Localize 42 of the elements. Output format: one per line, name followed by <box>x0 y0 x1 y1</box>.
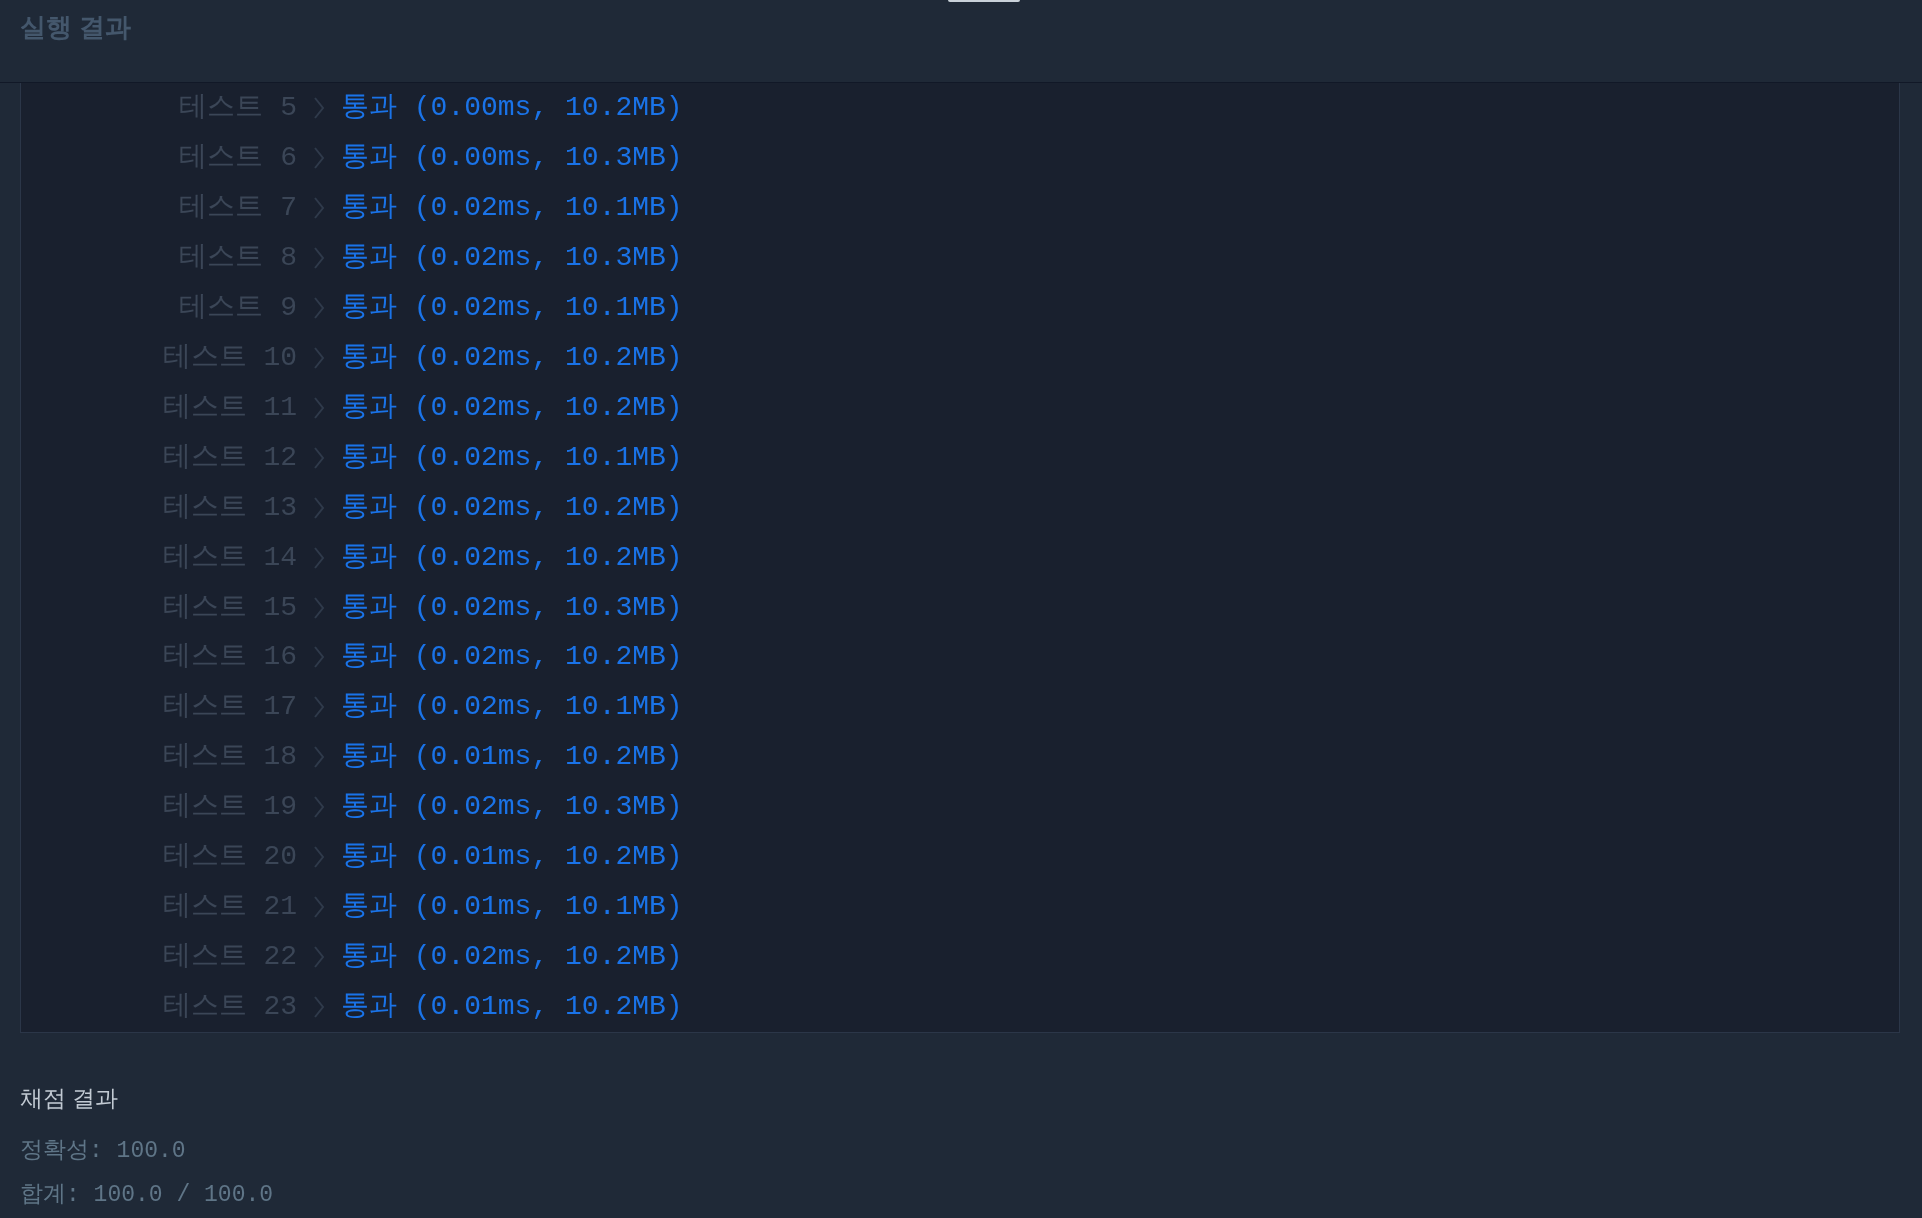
chevron-icon <box>313 595 325 620</box>
test-result: 통과 (0.02ms, 10.2MB) <box>341 940 683 975</box>
chevron-icon <box>313 745 325 770</box>
test-result: 통과 (0.00ms, 10.3MB) <box>341 140 683 175</box>
chevron-icon <box>313 395 325 420</box>
chevron-icon <box>313 495 325 520</box>
test-result: 통과 (0.01ms, 10.1MB) <box>341 890 683 925</box>
grading-title: 채점 결과 <box>20 1084 120 1113</box>
grading-line: 합계: 100.0 / 100.0 <box>20 1180 275 1210</box>
test-result: 통과 (0.02ms, 10.2MB) <box>341 540 683 575</box>
test-result: 통과 (0.02ms, 10.2MB) <box>341 490 683 525</box>
test-result: 통과 (0.01ms, 10.2MB) <box>341 740 683 775</box>
test-result: 통과 (0.02ms, 10.2MB) <box>341 640 683 675</box>
chevron-icon <box>313 545 325 570</box>
chevron-icon <box>313 945 325 970</box>
resize-handle[interactable] <box>948 0 1020 2</box>
chevron-icon <box>313 645 325 670</box>
test-result: 통과 (0.02ms, 10.2MB) <box>341 390 683 425</box>
test-result: 통과 (0.01ms, 10.2MB) <box>341 840 683 875</box>
test-result: 통과 (0.02ms, 10.3MB) <box>341 240 683 275</box>
chevron-icon <box>313 895 325 920</box>
test-result: 통과 (0.02ms, 10.1MB) <box>341 690 683 725</box>
chevron-icon <box>313 95 325 120</box>
test-result: 통과 (0.02ms, 10.3MB) <box>341 590 683 625</box>
chevron-icon <box>313 345 325 370</box>
test-result: 통과 (0.02ms, 10.1MB) <box>341 190 683 225</box>
grading-line: 정확성: 100.0 <box>20 1136 187 1166</box>
chevron-icon <box>313 195 325 220</box>
chevron-icon <box>313 845 325 870</box>
test-result: 통과 (0.01ms, 10.2MB) <box>341 990 683 1025</box>
chevron-icon <box>313 695 325 720</box>
test-result: 통과 (0.02ms, 10.1MB) <box>341 290 683 325</box>
test-result: 통과 (0.02ms, 10.2MB) <box>341 340 683 375</box>
chevron-icon <box>313 445 325 470</box>
chevron-icon <box>313 995 325 1020</box>
test-result: 통과 (0.02ms, 10.3MB) <box>341 790 683 825</box>
test-result: 통과 (0.00ms, 10.2MB) <box>341 90 683 125</box>
chevron-icon <box>313 295 325 320</box>
chevron-icon <box>313 795 325 820</box>
chevron-icon <box>313 245 325 270</box>
chevron-icon <box>313 145 325 170</box>
test-result: 통과 (0.02ms, 10.1MB) <box>341 440 683 475</box>
